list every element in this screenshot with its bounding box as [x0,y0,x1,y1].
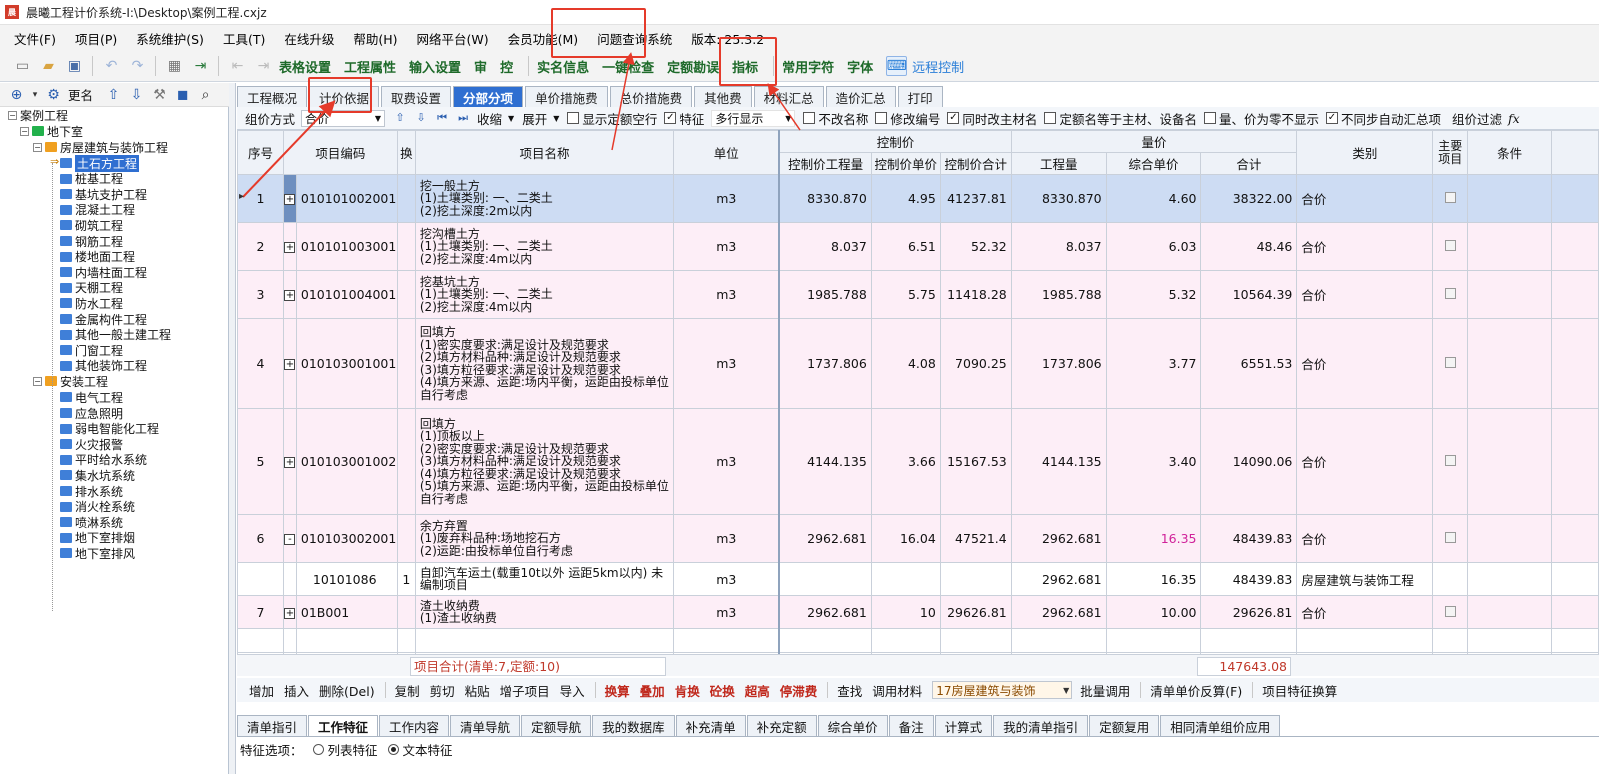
annotation-arrows [242,52,801,198]
current-row-pointer-icon: ▸ [239,191,245,202]
arrow-to-query-system [611,52,635,151]
arrow-to-pricing-basis [242,100,336,198]
arrow-to-indicator [767,83,801,131]
